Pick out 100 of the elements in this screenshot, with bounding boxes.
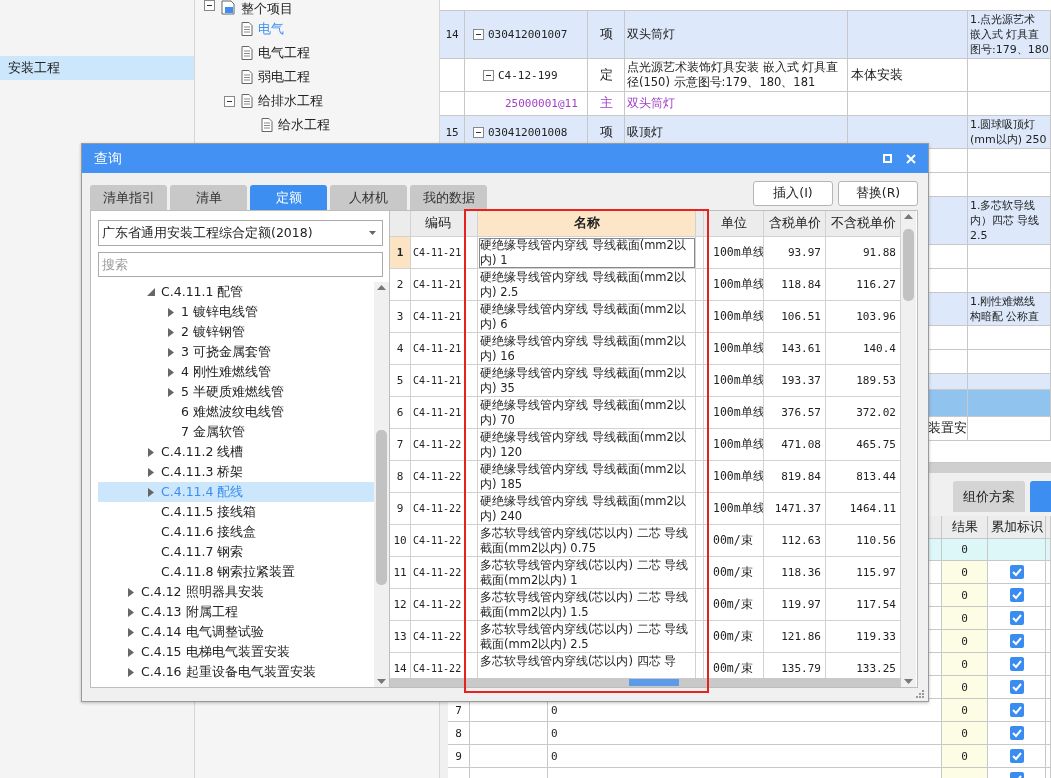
checkbox[interactable] <box>1009 588 1024 602</box>
tree-item[interactable]: C.4.13 附属工程 <box>98 602 374 622</box>
checkbox[interactable] <box>1009 611 1024 625</box>
collapse-icon[interactable] <box>224 95 235 107</box>
scrollbar-thumb[interactable] <box>903 229 914 301</box>
tree-item[interactable]: 给排水工程 <box>258 92 323 110</box>
caret-right-icon[interactable] <box>128 667 134 677</box>
nav-item[interactable]: 安装工程 <box>0 56 194 80</box>
checkbox[interactable] <box>1009 680 1024 694</box>
checkbox[interactable] <box>1009 726 1024 740</box>
type-cell: 主 <box>599 95 613 112</box>
tree-item[interactable]: C.4.11.5 接线箱 <box>98 502 374 522</box>
caret-right-icon[interactable] <box>168 387 174 397</box>
library-dropdown[interactable]: 广东省通用安装工程综合定额(2018) <box>98 220 383 246</box>
caret-right-icon[interactable] <box>168 367 174 377</box>
insert-button[interactable]: 插入(I) <box>753 181 833 206</box>
tree-item[interactable]: C.4.11.1 配管 <box>98 282 374 302</box>
code-cell: C4-11-22 <box>413 535 462 546</box>
table-row[interactable]: 9 0 0 <box>448 745 1051 768</box>
result-cell: 0 <box>942 745 988 768</box>
table-row[interactable]: 8 0 0 <box>448 722 1051 745</box>
scroll-down-icon[interactable] <box>904 679 913 684</box>
collapse-icon[interactable] <box>204 0 215 11</box>
caret-right-icon[interactable] <box>128 587 134 597</box>
tab[interactable]: 清单指引 <box>90 185 167 210</box>
tree-item[interactable]: 弱电工程 <box>258 68 310 86</box>
caret-right-icon[interactable] <box>128 607 134 617</box>
checkbox[interactable] <box>1009 634 1024 648</box>
table-row[interactable]: 25000001@11 主 双头筒灯 <box>440 92 1051 116</box>
tree-item[interactable]: C.4.11.7 钢索 <box>98 542 374 562</box>
tab[interactable]: 清单 <box>170 185 247 210</box>
collapse-icon[interactable] <box>473 29 484 40</box>
tree-item[interactable]: 电气工程 <box>258 44 310 62</box>
caret-right-icon[interactable] <box>168 307 174 317</box>
scrollbar-thumb[interactable] <box>376 430 387 585</box>
code-cell: 030412001008 <box>488 125 568 139</box>
tree-item[interactable]: C.4.15 电梯电气装置安装 <box>98 642 374 662</box>
tree-item[interactable]: 6 难燃波纹电线管 <box>98 402 374 422</box>
scrollbar-thumb[interactable] <box>629 679 679 686</box>
tree-item[interactable]: C.4.12 照明器具安装 <box>98 582 374 602</box>
tab[interactable]: 人材机 <box>330 185 407 210</box>
checkbox[interactable] <box>1009 565 1024 579</box>
tree-item[interactable]: C.4.16 起重设备电气装置安装 <box>98 662 374 682</box>
table-row[interactable]: 10 C4-11-22 多芯软导线管内穿线(芯以内) 二芯 导线截面(mm2以内) 0.75 00m/束 112.63 110.56 <box>390 525 901 557</box>
tree-item[interactable]: 2 镀锌钢管 <box>98 322 374 342</box>
tree-item[interactable]: 4 刚性难燃线管 <box>98 362 374 382</box>
checkbox[interactable] <box>1009 749 1024 763</box>
tree-item[interactable]: 1 镀锌电线管 <box>98 302 374 322</box>
caret-down-icon[interactable] <box>147 288 155 296</box>
scroll-down-icon[interactable] <box>377 679 386 684</box>
caret-right-icon[interactable] <box>168 347 174 357</box>
collapse-icon[interactable] <box>473 126 484 138</box>
table-row[interactable]: 12 C4-11-22 多芯软导线管内穿线(芯以内) 二芯 导线截面(mm2以内) 1.5 00m/束 119.97 117.54 <box>390 589 901 621</box>
description-line: 1.圆球吸顶灯 <box>970 117 1036 132</box>
search-field[interactable]: 搜索 <box>98 252 383 277</box>
scroll-up-icon[interactable] <box>377 285 386 290</box>
code-cell: C4-11-22 <box>413 663 462 674</box>
caret-right-icon[interactable] <box>148 447 154 457</box>
row-number: 8 <box>455 726 462 740</box>
document-icon <box>241 94 253 108</box>
table-row[interactable]: 11 C4-11-22 多芯软导线管内穿线(芯以内) 二芯 导线截面(mm2以内) 1 00m/束 118.36 115.97 <box>390 557 901 589</box>
checkbox[interactable] <box>1009 657 1024 671</box>
replace-button[interactable]: 替换(R) <box>838 181 918 206</box>
tree-item[interactable]: 7 金属软管 <box>98 422 374 442</box>
caret-right-icon[interactable] <box>148 467 154 477</box>
caret-right-icon[interactable] <box>128 627 134 637</box>
price-cell: 91.88 <box>862 246 896 259</box>
document-icon <box>261 118 273 132</box>
caret-right-icon[interactable] <box>128 647 134 657</box>
row-number[interactable]: 1 <box>390 237 411 269</box>
collapse-icon[interactable] <box>483 69 494 81</box>
table-row[interactable]: C4-12-199 定 点光源艺术装饰灯具安装 嵌入式 灯具直径(150) 示意图号:179、180、181 本体安装 <box>440 59 1051 92</box>
close-icon[interactable] <box>906 153 916 164</box>
tab[interactable]: 组价方案 <box>953 481 1025 512</box>
tree-item[interactable]: C.4.11.6 接线盒 <box>98 522 374 542</box>
caret-right-icon[interactable] <box>148 487 154 497</box>
tree-item[interactable]: C.4.14 电气调整试验 <box>98 622 374 642</box>
maximize-icon[interactable] <box>883 154 892 163</box>
code-cell: C4-11-22 <box>413 631 462 642</box>
tab[interactable]: 我的数据 <box>410 185 487 210</box>
dialog-title: 查询 <box>94 149 122 168</box>
caret-right-icon[interactable] <box>168 327 174 337</box>
resize-grip-icon[interactable] <box>916 690 924 698</box>
tree-item[interactable]: 3 可挠金属套管 <box>98 342 374 362</box>
table-row[interactable]: 13 C4-11-22 多芯软导线管内穿线(芯以内) 二芯 导线截面(mm2以内) 2.5 00m/束 121.86 119.33 <box>390 621 901 653</box>
code-cell: C4-11-21 <box>413 407 462 418</box>
tree-item[interactable]: C.4.11.8 钢索拉紧装置 <box>98 562 374 582</box>
column-header: 含税单价 <box>768 215 821 232</box>
price-cell: 376.57 <box>781 406 821 419</box>
checkbox[interactable] <box>1009 703 1024 717</box>
tree-item[interactable]: C.4.11.3 桥架 <box>98 462 374 482</box>
tree-item[interactable]: 给水工程 <box>278 116 330 134</box>
name-cell-text: 硬绝缘导线管内穿线 导线截面(mm2以内) 1 <box>480 238 687 268</box>
document-icon <box>241 70 253 84</box>
table-row[interactable]: 14 030412001007 项 双头筒灯 1.点光源艺术 嵌入式 灯具直 图号:179、180 <box>440 11 1051 59</box>
tree-item[interactable]: C.4.11.2 线槽 <box>98 442 374 462</box>
tree-item[interactable]: 5 半硬质难燃线管 <box>98 382 374 402</box>
scroll-up-icon[interactable] <box>904 214 913 219</box>
name-cell: 双头筒灯 <box>627 96 675 111</box>
tree-item[interactable]: 整个项目 <box>241 0 293 18</box>
